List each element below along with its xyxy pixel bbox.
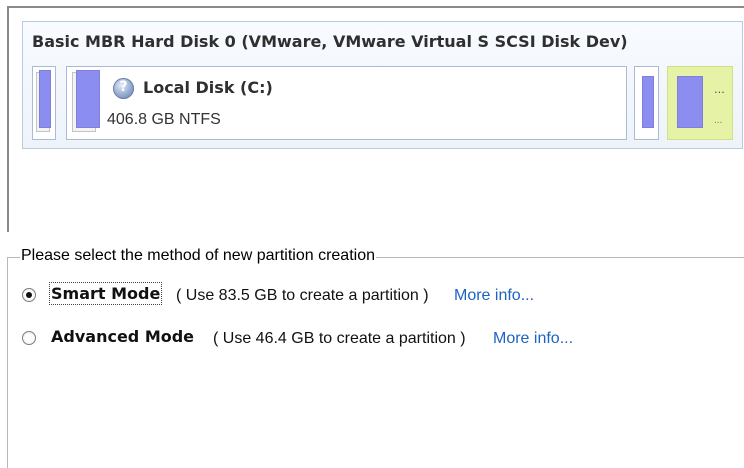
partition-usage-block [39, 70, 51, 128]
smart-mode-label[interactable]: Smart Mode [48, 282, 163, 305]
radio-selected-dot [26, 292, 32, 298]
smart-mode-option[interactable]: Smart Mode ( Use 83.5 GB to create a par… [22, 282, 582, 307]
advanced-mode-radio[interactable] [22, 331, 36, 345]
disk-card[interactable]: Basic MBR Hard Disk 0 (VMware, VMware Vi… [22, 21, 743, 149]
smart-mode-more-info-link[interactable]: More info... [454, 287, 534, 305]
partition-usage-block [642, 76, 654, 128]
unallocated-size: ... [714, 115, 723, 126]
advanced-mode-description: ( Use 46.4 GB to create a partition ) [213, 330, 466, 347]
disk-question-icon: ? [113, 78, 134, 99]
smart-mode-description: ( Use 83.5 GB to create a partition ) [176, 287, 429, 304]
group-legend: Please select the method of new partitio… [20, 247, 376, 265]
advanced-mode-more-info-link[interactable]: More info... [493, 330, 573, 348]
disk-map-panel: Basic MBR Hard Disk 0 (VMware, VMware Vi… [7, 6, 744, 232]
system-reserved-partition-tile[interactable] [32, 66, 56, 140]
disk-title: Basic MBR Hard Disk 0 (VMware, VMware Vi… [32, 32, 628, 51]
unallocated-usage-block [677, 76, 703, 128]
recovery-partition-tile[interactable] [634, 66, 659, 140]
advanced-mode-option[interactable]: Advanced Mode ( Use 46.4 GB to create a … [22, 326, 622, 350]
local-disk-c-partition-tile[interactable]: ? Local Disk (C:) 406.8 GB NTFS [66, 66, 627, 140]
partition-size: 406.8 GB NTFS [107, 111, 221, 128]
unallocated-label: ... [714, 81, 725, 96]
smart-mode-radio[interactable] [22, 288, 36, 302]
partition-name: Local Disk (C:) [143, 78, 273, 97]
unallocated-space-tile[interactable]: ... ... [667, 66, 733, 140]
advanced-mode-label[interactable]: Advanced Mode [51, 327, 194, 346]
partition-usage-block [76, 70, 100, 128]
